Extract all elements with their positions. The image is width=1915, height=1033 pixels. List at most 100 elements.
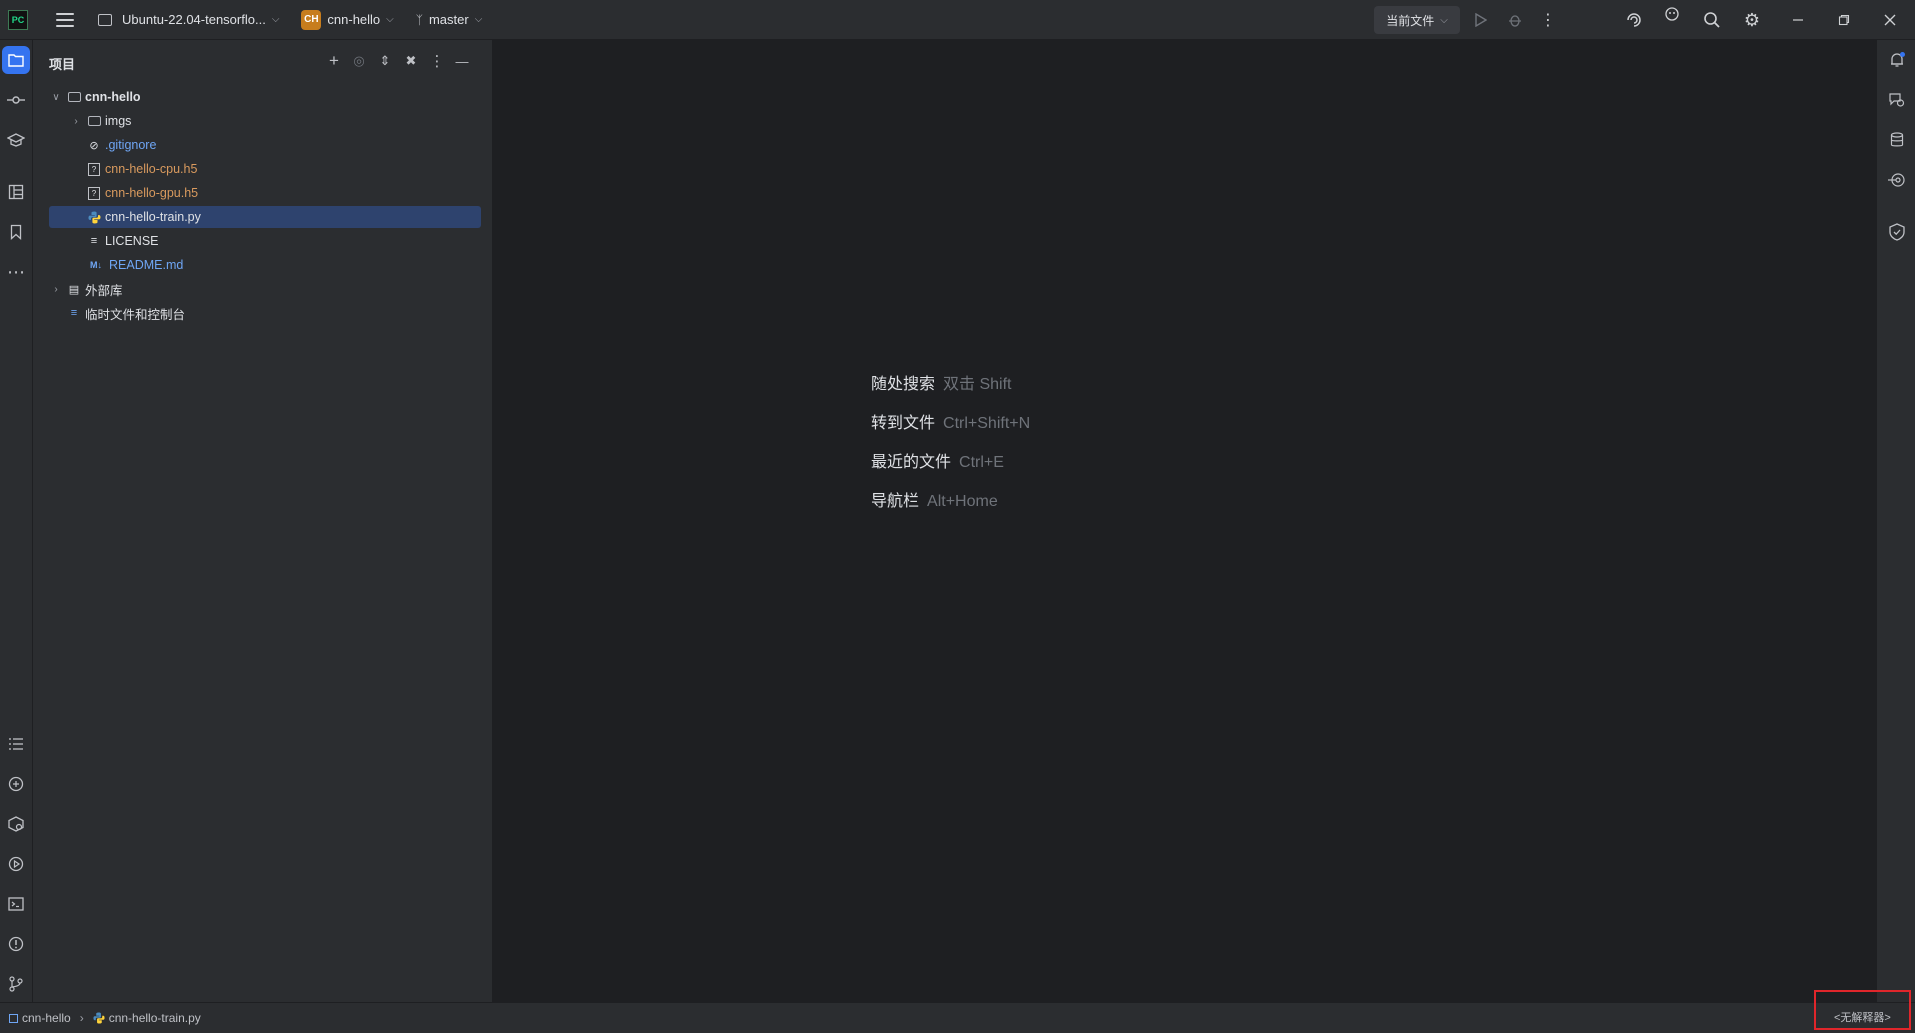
bookmarks-tool-icon[interactable] [2,218,30,246]
breadcrumb-project[interactable]: cnn-hello [22,1011,71,1025]
ai-chat-icon[interactable] [1883,86,1911,114]
terminal-icon [98,13,112,26]
project-panel-title: 项目 [49,57,76,72]
panel-options-icon[interactable]: ⋮ [426,50,448,72]
vm-selector[interactable]: Ubuntu-22.04-tensorflo... ⌵ [98,0,279,40]
title-bar: PC Ubuntu-22.04-tensorflo... ⌵ CH cnn-he… [0,0,1915,40]
python-file-icon [93,1012,105,1024]
run-config-label: 当前文件 [1386,13,1435,28]
text-file-icon: ≡ [90,235,98,247]
main-menu-icon[interactable] [56,12,74,27]
project-panel: 项目 + ◎ ⇕ ✖ ⋮ — ∨ cnn-hello › imgs ⊘ .git… [33,40,493,1002]
hint-search-everywhere: 随处搜索 双击 Shift [871,370,1011,394]
structure-tool-icon[interactable] [2,178,30,206]
search-icon[interactable] [1700,0,1724,40]
project-selector[interactable]: CH cnn-hello ⌵ [301,0,394,40]
branch-name: master [428,12,469,27]
branch-selector[interactable]: ᛉ master ⌵ [416,0,483,40]
minimize-window-icon[interactable] [1786,0,1810,40]
python-packages-icon[interactable] [2,810,30,838]
tree-node-label: 临时文件和控制台 [85,307,186,322]
restore-window-icon[interactable] [1832,0,1856,40]
add-new-icon[interactable]: + [323,50,345,72]
folder-icon [87,114,101,128]
hint-action: 最近的文件 [871,454,952,471]
tree-node-label: cnn-hello [85,90,141,104]
hint-action: 导航栏 [871,493,920,510]
expand-all-icon[interactable]: ⇕ [374,50,396,72]
hint-shortcut: Alt+Home [927,493,998,510]
git-branch-icon: ᛉ [415,12,423,27]
tree-node-gpu-h5[interactable]: ? cnn-hello-gpu.h5 [49,182,481,204]
todo-tool-icon[interactable] [2,730,30,758]
pycharm-logo-icon: PC [8,9,28,30]
right-tool-strip [1876,40,1915,1002]
locate-file-icon[interactable]: ◎ [348,50,370,72]
ignore-file-icon: ⊘ [89,139,99,152]
security-shield-icon[interactable] [1883,218,1911,246]
endpoints-icon[interactable] [1883,166,1911,194]
learn-tool-icon[interactable] [2,126,30,154]
module-icon [9,1013,18,1023]
tree-node-label: imgs [105,114,132,128]
tree-node-label: .gitignore [105,138,157,152]
hint-navigation-bar: 导航栏 Alt+Home [871,487,998,511]
tree-node-cpu-h5[interactable]: ? cnn-hello-cpu.h5 [49,158,481,180]
project-name: cnn-hello [327,12,381,27]
tree-node-label: 外部库 [85,283,123,298]
unknown-file-icon: ? [87,162,101,176]
vm-name: Ubuntu-22.04-tensorflo... [122,12,266,27]
breadcrumb-separator-icon: › [79,1011,84,1025]
tree-node-external-libraries[interactable]: › ▤ 外部库 [49,278,481,300]
tree-node-readme[interactable]: M↓ README.md [49,254,481,276]
tree-node-license[interactable]: ≡ LICENSE [49,230,481,252]
more-actions-icon[interactable]: ⋮ [1538,0,1558,40]
left-tool-strip: ⋯ [0,40,33,1002]
debug-icon[interactable] [1504,0,1526,40]
chevron-right-icon: › [74,115,78,127]
hint-shortcut: 双击 Shift [943,376,1012,393]
hint-shortcut: Ctrl+Shift+N [943,415,1031,432]
run-icon[interactable] [1470,0,1492,40]
services-tool-icon[interactable] [2,850,30,878]
chevron-down-icon: ⌵ [271,14,280,25]
scratches-icon: ≡ [70,307,78,319]
close-window-icon[interactable] [1878,0,1902,40]
ai-assistant-icon[interactable] [1622,0,1646,40]
settings-gear-icon[interactable]: ⚙ [1740,0,1764,40]
interpreter-selector[interactable]: <无解释器> [1834,1009,1891,1025]
python-console-icon[interactable] [2,770,30,798]
collapse-all-icon[interactable]: ✖ [400,50,422,72]
chevron-down-icon: ∨ [52,91,60,103]
hint-shortcut: Ctrl+E [959,454,1004,471]
git-tool-icon[interactable] [2,970,30,998]
folder-icon [67,90,81,104]
run-config-selector[interactable]: 当前文件 ⌵ [1374,6,1460,34]
library-icon: ▤ [68,283,80,296]
project-tool-icon[interactable] [2,46,30,74]
hide-panel-icon[interactable]: — [451,50,473,72]
tree-node-root-folder[interactable]: ∨ cnn-hello [49,86,481,108]
terminal-tool-icon[interactable] [2,890,30,918]
problems-tool-icon[interactable] [2,930,30,958]
code-with-me-icon[interactable] [1662,0,1682,28]
chevron-down-icon: ⌵ [1440,14,1448,26]
tree-node-train-py[interactable]: cnn-hello-train.py [49,206,481,228]
chevron-right-icon: › [54,283,58,295]
status-bar: cnn-hello › cnn-hello-train.py [0,1002,1915,1033]
hint-action: 随处搜索 [871,376,936,393]
more-tools-icon[interactable]: ⋯ [2,258,30,286]
commit-tool-icon[interactable] [2,86,30,114]
breadcrumb-file[interactable]: cnn-hello-train.py [109,1011,201,1025]
editor-area: 随处搜索 双击 Shift 转到文件 Ctrl+Shift+N 最近的文件 Ctrl+… [493,40,1875,1002]
tree-node-gitignore[interactable]: ⊘ .gitignore [49,134,481,156]
tree-node-label: cnn-hello-gpu.h5 [105,186,199,200]
hint-action: 转到文件 [871,415,936,432]
notifications-bell-icon[interactable] [1883,46,1911,74]
project-badge: CH [301,9,322,30]
tree-node-scratches[interactable]: ≡ 临时文件和控制台 [49,302,481,324]
tree-node-imgs-folder[interactable]: › imgs [49,110,481,132]
database-icon[interactable] [1883,126,1911,154]
chevron-down-icon: ⌵ [474,14,483,25]
chevron-down-icon: ⌵ [386,14,394,25]
